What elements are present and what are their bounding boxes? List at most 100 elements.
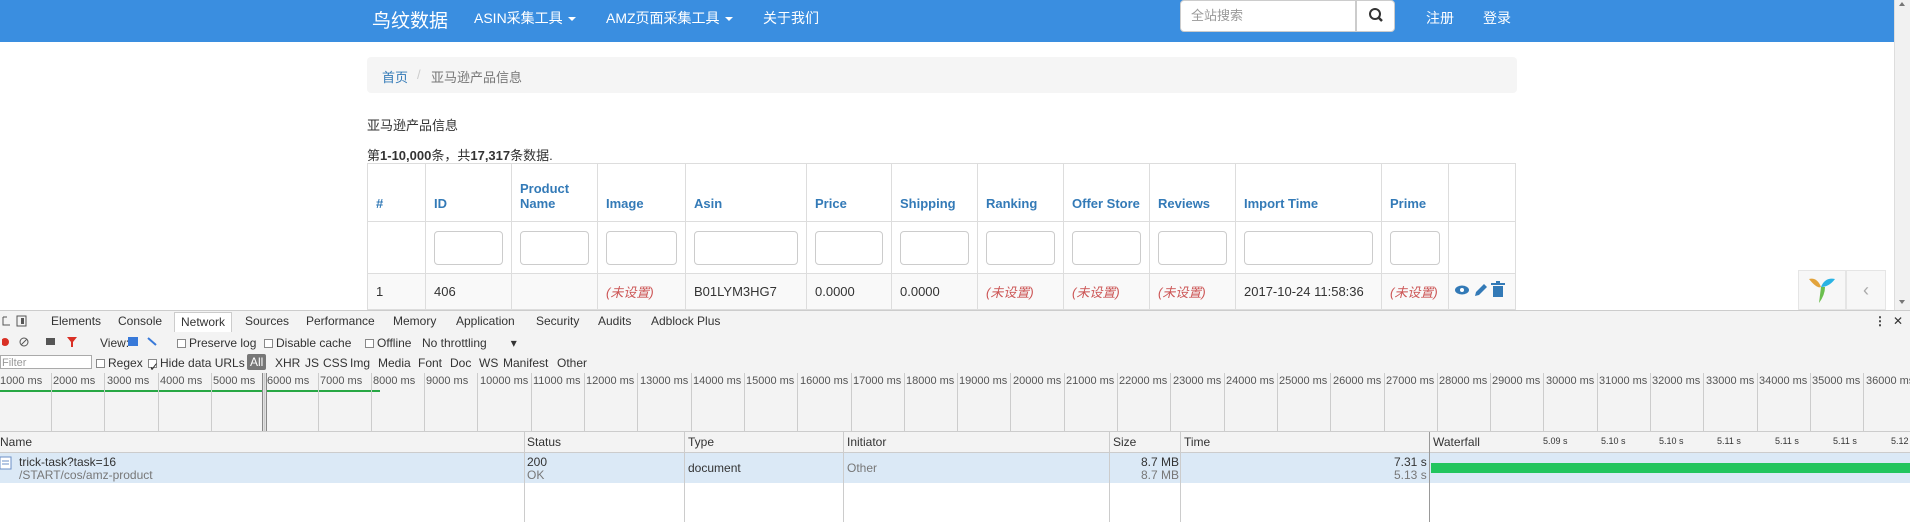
tab-sources[interactable]: Sources [245, 314, 289, 328]
filter-input[interactable]: Filter [0, 355, 92, 369]
filter-type-media[interactable]: Media [378, 356, 411, 370]
waterfall-tick: 5.12 [1891, 436, 1909, 446]
hide-data-urls-checkbox[interactable]: ✓Hide data URLs [148, 356, 245, 374]
col-name[interactable]: Name [0, 435, 32, 449]
filter-shipping-input[interactable] [900, 230, 969, 265]
col-size[interactable]: Size [1113, 435, 1136, 449]
col-header-num: # [367, 163, 426, 222]
filter-cell-product-name [511, 221, 598, 274]
offline-checkbox[interactable]: Offline [365, 336, 411, 350]
nav-amz-tools[interactable]: AMZ页面采集工具 [606, 8, 733, 28]
tab-performance[interactable]: Performance [306, 314, 375, 328]
col-header-prime[interactable]: Prime [1381, 163, 1449, 222]
filter-ranking-input[interactable] [986, 230, 1055, 265]
network-request-row[interactable]: trick-task?task=16 /START/cos/amz-produc… [0, 453, 1910, 483]
tab-application[interactable]: Application [456, 314, 515, 328]
tab-memory[interactable]: Memory [393, 314, 436, 328]
search-button[interactable] [1356, 0, 1395, 32]
filter-type-manifest[interactable]: Manifest [503, 356, 548, 370]
filter-type-js[interactable]: JS [305, 356, 319, 370]
col-header-image[interactable]: Image [597, 163, 686, 222]
filter-import-time-input[interactable] [1244, 230, 1373, 265]
regex-box[interactable] [96, 359, 105, 369]
breadcrumb-home[interactable]: 首页 [382, 67, 408, 86]
col-initiator[interactable]: Initiator [847, 435, 886, 449]
filter-type-other[interactable]: Other [557, 356, 587, 370]
devtools-close-icon[interactable]: ✕ [1893, 314, 1903, 328]
filter-price-input[interactable] [815, 230, 883, 265]
filter-type-css[interactable]: CSS [323, 356, 348, 370]
filter-id-input[interactable] [434, 230, 503, 265]
site-search-input[interactable]: 全站搜索 [1180, 0, 1356, 32]
col-header-ranking[interactable]: Ranking [977, 163, 1064, 222]
disable-cache-checkbox[interactable]: Disable cache [264, 336, 351, 350]
inspect-icons[interactable] [2, 314, 32, 328]
eye-icon[interactable] [1455, 285, 1469, 295]
col-header-product-name[interactable]: Product Name [511, 163, 598, 222]
col-type[interactable]: Type [688, 435, 714, 449]
view-icons[interactable] [128, 337, 158, 347]
nav-asin-tools[interactable]: ASIN采集工具 [474, 8, 576, 28]
col-divider [524, 432, 525, 522]
filter-type-img[interactable]: Img [350, 356, 370, 370]
yii-toolbar-toggle[interactable]: ‹ [1846, 270, 1886, 310]
tab-security[interactable]: Security [536, 314, 579, 328]
tab-audits[interactable]: Audits [598, 314, 631, 328]
overview-tick-label: 35000 ms [1812, 375, 1861, 387]
overview-tick-label: 23000 ms [1173, 375, 1222, 387]
nav-about[interactable]: 关于我们 [763, 8, 819, 28]
tab-console[interactable]: Console [118, 314, 162, 328]
hide-data-urls-box[interactable]: ✓ [148, 359, 159, 374]
yii-debug-logo[interactable] [1798, 270, 1846, 310]
overview-gridline [1757, 373, 1758, 431]
overview-tick-label: 24000 ms [1226, 375, 1275, 387]
col-header-asin[interactable]: Asin [685, 163, 807, 222]
nav-asin-tools-label: ASIN采集工具 [474, 10, 563, 26]
filter-product-name-input[interactable] [520, 230, 589, 265]
offline-box[interactable] [365, 339, 374, 349]
col-status[interactable]: Status [527, 435, 561, 449]
register-link[interactable]: 注册 [1426, 8, 1454, 28]
col-waterfall[interactable]: Waterfall [1433, 435, 1480, 449]
trash-icon[interactable] [1491, 281, 1505, 297]
filter-image-input[interactable] [606, 230, 677, 265]
filter-type-font[interactable]: Font [418, 356, 442, 370]
throttling-select[interactable]: No throttling ▾ [422, 336, 517, 350]
disable-cache-box[interactable] [264, 339, 273, 349]
tab-network[interactable]: Network [174, 312, 233, 332]
tab-adblock-plus[interactable]: Adblock Plus [651, 314, 720, 328]
col-header-price[interactable]: Price [806, 163, 892, 222]
filter-type-all[interactable]: All [247, 354, 267, 370]
regex-checkbox[interactable]: Regex [96, 356, 143, 370]
col-header-id[interactable]: ID [425, 163, 512, 222]
preserve-log-box[interactable] [177, 339, 186, 349]
tab-elements[interactable]: Elements [51, 314, 101, 328]
brand-logo[interactable]: 鸟纹数据 [372, 6, 448, 33]
request-latency: 5.13 s [1394, 468, 1427, 482]
page-scrollbar[interactable] [1894, 0, 1910, 310]
overview-tick-label: 5000 ms [213, 375, 256, 387]
filter-prime-input[interactable] [1390, 230, 1440, 265]
col-time[interactable]: Time [1184, 435, 1210, 449]
overview-tick-label: 31000 ms [1599, 375, 1648, 387]
waterfall-bar [1431, 463, 1910, 473]
pencil-icon[interactable] [1475, 284, 1487, 296]
col-header-offer-store[interactable]: Offer Store [1063, 163, 1150, 222]
filter-type-ws[interactable]: WS [479, 356, 498, 370]
col-header-reviews[interactable]: Reviews [1149, 163, 1236, 222]
col-header-shipping[interactable]: Shipping [891, 163, 978, 222]
filter-asin-input[interactable] [694, 230, 798, 265]
filter-reviews-input[interactable] [1158, 230, 1227, 265]
filter-type-doc[interactable]: Doc [450, 356, 471, 370]
summary-mid: 条，共 [431, 148, 471, 163]
col-header-import-time[interactable]: Import Time [1235, 163, 1382, 222]
login-link[interactable]: 登录 [1483, 8, 1511, 28]
filter-offer-store-input[interactable] [1072, 230, 1141, 265]
network-overview-timeline[interactable]: 1000 ms 2000 ms 3000 ms 4000 ms 5000 ms 6000 … [0, 373, 1910, 432]
preserve-log-checkbox[interactable]: Preserve log [177, 336, 256, 350]
devtools-menu-icon[interactable]: ⋮ [1874, 314, 1886, 328]
overview-tick-label: 30000 ms [1546, 375, 1595, 387]
overview-tick-label: 25000 ms [1279, 375, 1328, 387]
overview-gridline [424, 373, 425, 431]
filter-type-xhr[interactable]: XHR [275, 356, 300, 370]
